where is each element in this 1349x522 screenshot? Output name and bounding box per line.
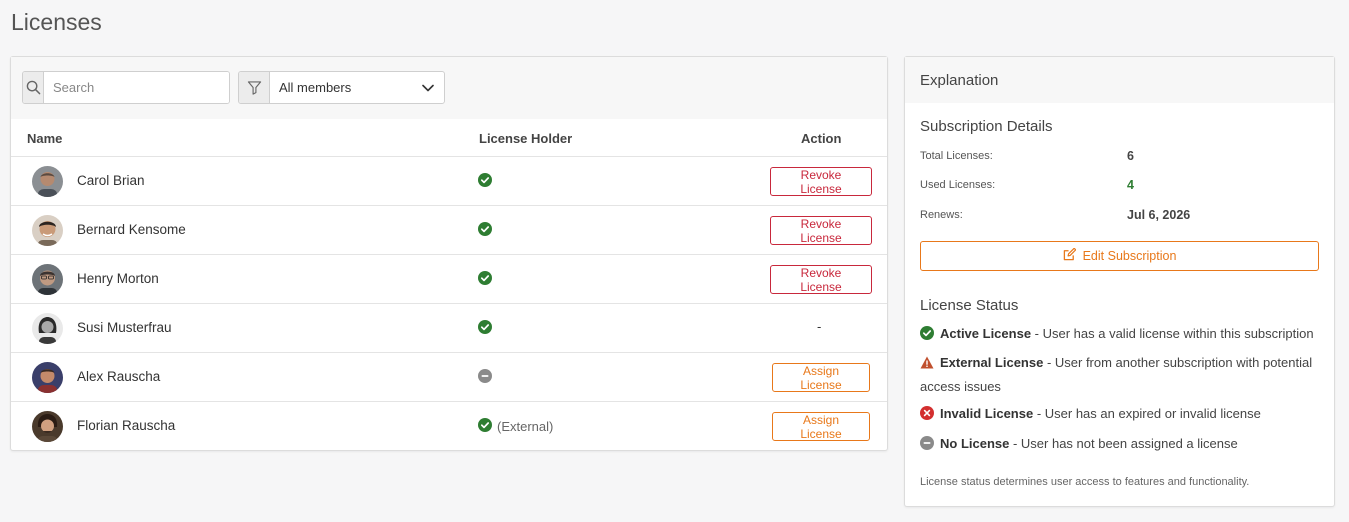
license-status-active xyxy=(478,271,492,288)
explanation-title: Explanation xyxy=(905,57,1334,103)
user-name: Alex Rauscha xyxy=(77,369,161,384)
user-name: Carol Brian xyxy=(77,173,145,188)
legend-none-desc: - User has not been assigned a license xyxy=(1009,436,1238,451)
edit-icon xyxy=(1063,247,1083,264)
check-circle-icon xyxy=(478,418,492,435)
check-circle-icon xyxy=(478,222,492,239)
explanation-card: Explanation Subscription Details Total L… xyxy=(904,56,1335,507)
legend-external-name: External License xyxy=(940,355,1044,370)
search-box xyxy=(22,71,230,104)
check-circle-icon xyxy=(478,173,492,190)
table-row: Susi Musterfrau - xyxy=(11,304,887,353)
assign-license-button[interactable]: Assign License xyxy=(772,412,870,441)
check-circle-icon xyxy=(478,271,492,288)
user-name: Susi Musterfrau xyxy=(77,320,172,335)
avatar xyxy=(32,166,63,197)
table-row: Carol Brian Revoke License xyxy=(11,157,887,206)
renews-label: Renews: xyxy=(920,209,963,221)
user-name: Bernard Kensome xyxy=(77,222,186,237)
warning-triangle-icon xyxy=(920,354,934,376)
edit-subscription-label: Edit Subscription xyxy=(1082,249,1177,263)
avatar xyxy=(32,362,63,393)
table-toolbar: All members xyxy=(11,57,887,119)
filter-icon xyxy=(239,72,270,103)
license-status-none xyxy=(478,369,492,386)
total-licenses-label: Total Licenses: xyxy=(920,150,993,162)
no-action-dash: - xyxy=(817,319,822,334)
license-status-external: (External) xyxy=(478,418,553,435)
license-status-active xyxy=(478,222,492,239)
search-icon[interactable] xyxy=(23,72,44,103)
avatar xyxy=(32,264,63,295)
check-circle-icon xyxy=(478,320,492,337)
legend-none: No License - User has not been assigned … xyxy=(920,433,1325,457)
member-filter-select[interactable]: All members xyxy=(270,72,444,103)
user-name: Florian Rauscha xyxy=(77,418,176,433)
legend-none-name: No License xyxy=(940,436,1010,451)
legend-active-name: Active License xyxy=(940,326,1032,341)
table-header: Name License Holder Action xyxy=(11,119,887,157)
page-title: Licenses xyxy=(11,9,102,35)
column-header-license-holder: License Holder xyxy=(479,131,573,146)
avatar xyxy=(32,215,63,246)
chevron-down-icon xyxy=(422,80,434,95)
legend-invalid: Invalid License - User has an expired or… xyxy=(920,403,1325,427)
used-licenses-value: 4 xyxy=(1127,178,1134,192)
user-name: Henry Morton xyxy=(77,271,159,286)
legend-active: Active License - User has a valid licens… xyxy=(920,323,1325,347)
edit-subscription-button[interactable]: Edit Subscription xyxy=(920,241,1319,271)
subscription-details-title: Subscription Details xyxy=(920,118,1053,135)
minus-circle-icon xyxy=(478,369,492,386)
member-filter[interactable]: All members xyxy=(238,71,445,104)
license-status-active xyxy=(478,173,492,190)
check-circle-icon xyxy=(920,325,934,347)
footnote: License status determines user access to… xyxy=(920,476,1250,488)
column-header-name: Name xyxy=(27,131,63,146)
avatar xyxy=(32,411,63,442)
revoke-license-button[interactable]: Revoke License xyxy=(770,216,872,245)
revoke-license-button[interactable]: Revoke License xyxy=(770,167,872,196)
legend-external: External License - User from another sub… xyxy=(920,352,1325,398)
search-input[interactable] xyxy=(44,72,229,103)
legend-active-desc: - User has a valid license within this s… xyxy=(1031,326,1314,341)
minus-circle-icon xyxy=(920,435,934,457)
legend-invalid-name: Invalid License xyxy=(940,406,1034,421)
legend-invalid-desc: - User has an expired or invalid license xyxy=(1033,406,1261,421)
renews-value: Jul 6, 2026 xyxy=(1127,208,1191,222)
used-licenses-label: Used Licenses: xyxy=(920,179,996,191)
licenses-table-card: All members Name License Holder Action C… xyxy=(10,56,888,451)
table-row: Florian Rauscha (External) Assign Licens… xyxy=(11,402,887,451)
avatar xyxy=(32,313,63,344)
revoke-license-button[interactable]: Revoke License xyxy=(770,265,872,294)
external-label: (External) xyxy=(497,419,554,434)
x-circle-icon xyxy=(920,405,934,427)
table-row: Alex Rauscha Assign License xyxy=(11,353,887,402)
total-licenses-value: 6 xyxy=(1127,149,1134,163)
license-status-title: License Status xyxy=(920,297,1019,314)
column-header-action: Action xyxy=(801,131,842,146)
member-filter-value: All members xyxy=(279,80,352,95)
assign-license-button[interactable]: Assign License xyxy=(772,363,870,392)
license-status-active xyxy=(478,320,492,337)
table-row: Henry Morton Revoke License xyxy=(11,255,887,304)
table-row: Bernard Kensome Revoke License xyxy=(11,206,887,255)
